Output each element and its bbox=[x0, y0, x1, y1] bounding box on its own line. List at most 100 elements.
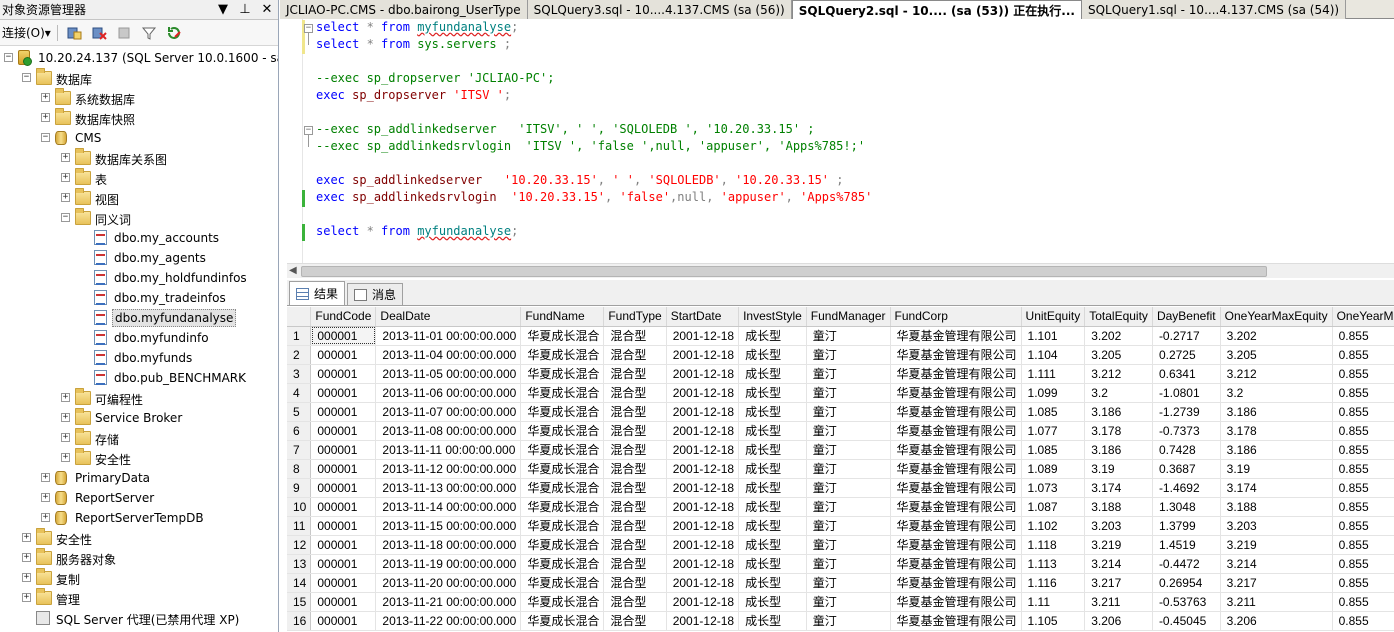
table-cell[interactable]: 3.188 bbox=[1220, 497, 1333, 517]
column-header[interactable]: FundType bbox=[603, 307, 667, 327]
table-cell[interactable]: 1.087 bbox=[1021, 497, 1086, 517]
table-cell[interactable]: 华夏成长混合 bbox=[520, 573, 605, 593]
table-cell[interactable]: 000001 bbox=[310, 421, 377, 441]
table-cell[interactable]: 华夏基金管理有限公司 bbox=[890, 611, 1022, 631]
expand-icon[interactable]: + bbox=[61, 433, 70, 442]
table-cell[interactable]: 3.186 bbox=[1220, 402, 1333, 422]
table-cell[interactable]: 成长型 bbox=[738, 535, 807, 555]
tree-node[interactable]: + 存储 bbox=[0, 428, 278, 448]
table-cell[interactable]: 华夏基金管理有限公司 bbox=[890, 326, 1022, 346]
document-tab[interactable]: SQLQuery3.sql - 10....4.137.CMS (sa (56)… bbox=[527, 0, 792, 19]
table-cell[interactable]: 000001 bbox=[310, 516, 377, 536]
collapse-icon[interactable]: − bbox=[61, 213, 70, 222]
table-cell[interactable]: 童汀 bbox=[806, 440, 891, 460]
row-number-cell[interactable]: 2 bbox=[287, 345, 312, 365]
table-cell[interactable]: 000001 bbox=[310, 573, 377, 593]
table-row[interactable]: 5 000001 2013-11-07 00:00:00.000 华夏成长混合 混合型 2… bbox=[287, 402, 1394, 422]
table-cell[interactable]: 成长型 bbox=[738, 478, 807, 498]
table-cell[interactable]: 3.203 bbox=[1220, 516, 1333, 536]
table-cell[interactable]: -0.53763 bbox=[1152, 592, 1221, 612]
connect-server-icon[interactable] bbox=[64, 24, 84, 42]
tab-messages[interactable]: 消息 bbox=[347, 283, 404, 305]
table-cell[interactable]: 3.188 bbox=[1084, 497, 1153, 517]
expand-icon[interactable]: + bbox=[41, 473, 50, 482]
table-cell[interactable]: 2001-12-18 bbox=[666, 554, 740, 574]
table-cell[interactable]: 0.855 bbox=[1332, 383, 1394, 403]
expand-icon[interactable]: + bbox=[41, 493, 50, 502]
table-cell[interactable]: 成长型 bbox=[738, 554, 807, 574]
table-cell[interactable]: 2013-11-15 00:00:00.000 bbox=[375, 516, 522, 536]
table-cell[interactable]: 华夏基金管理有限公司 bbox=[890, 554, 1022, 574]
tree-node[interactable]: + ReportServerTempDB bbox=[0, 508, 278, 528]
expand-icon[interactable]: + bbox=[41, 113, 50, 122]
collapse-icon[interactable]: − bbox=[22, 73, 31, 82]
table-cell[interactable]: 成长型 bbox=[738, 459, 807, 479]
table-cell[interactable]: 0.855 bbox=[1332, 345, 1394, 365]
table-cell[interactable]: 2013-11-19 00:00:00.000 bbox=[375, 554, 522, 574]
column-header[interactable]: DealDate bbox=[375, 307, 522, 327]
expand-icon[interactable]: + bbox=[22, 533, 31, 542]
table-cell[interactable]: 3.206 bbox=[1220, 611, 1333, 631]
table-cell[interactable]: 童汀 bbox=[806, 478, 891, 498]
tree-node[interactable]: dbo.myfunds bbox=[0, 348, 278, 368]
table-cell[interactable]: 0.3687 bbox=[1152, 459, 1221, 479]
table-cell[interactable]: 0.855 bbox=[1332, 592, 1394, 612]
table-cell[interactable]: 2001-12-18 bbox=[666, 345, 740, 365]
table-cell[interactable]: 童汀 bbox=[806, 573, 891, 593]
table-cell[interactable]: 华夏基金管理有限公司 bbox=[890, 497, 1022, 517]
row-number-cell[interactable]: 14 bbox=[287, 573, 312, 593]
row-number-cell[interactable]: 4 bbox=[287, 383, 312, 403]
table-cell[interactable]: 3.219 bbox=[1220, 535, 1333, 555]
table-cell[interactable]: 1.118 bbox=[1021, 535, 1086, 555]
table-cell[interactable]: -0.45045 bbox=[1152, 611, 1221, 631]
row-number-cell[interactable]: 3 bbox=[287, 364, 312, 384]
table-row[interactable]: 9 000001 2013-11-13 00:00:00.000 华夏成长混合 混合型 2… bbox=[287, 478, 1394, 498]
table-cell[interactable]: 3.178 bbox=[1084, 421, 1153, 441]
table-row[interactable]: 3 000001 2013-11-05 00:00:00.000 华夏成长混合 混合型 2… bbox=[287, 364, 1394, 384]
table-cell[interactable]: 2013-11-08 00:00:00.000 bbox=[375, 421, 522, 441]
table-cell[interactable]: 1.104 bbox=[1021, 345, 1086, 365]
table-cell[interactable]: 2001-12-18 bbox=[666, 440, 740, 460]
table-cell[interactable]: 0.855 bbox=[1332, 402, 1394, 422]
table-row[interactable]: 10 000001 2013-11-14 00:00:00.000 华夏成长混合 混合型… bbox=[287, 497, 1394, 517]
table-cell[interactable]: 童汀 bbox=[806, 516, 891, 536]
table-cell[interactable]: 3.186 bbox=[1084, 402, 1153, 422]
table-cell[interactable]: 华夏基金管理有限公司 bbox=[890, 402, 1022, 422]
table-cell[interactable]: 3.202 bbox=[1084, 326, 1153, 346]
table-cell[interactable]: 2001-12-18 bbox=[666, 478, 740, 498]
table-cell[interactable]: 成长型 bbox=[738, 497, 807, 517]
expand-icon[interactable]: + bbox=[22, 573, 31, 582]
table-cell[interactable]: 3.203 bbox=[1084, 516, 1153, 536]
collapse-icon[interactable]: − bbox=[4, 53, 13, 62]
table-cell[interactable]: 000001 bbox=[310, 459, 377, 479]
table-cell[interactable]: 童汀 bbox=[806, 326, 891, 346]
document-tab[interactable]: SQLQuery1.sql - 10....4.137.CMS (sa (54)… bbox=[1081, 0, 1347, 19]
column-header[interactable]: FundName bbox=[520, 307, 605, 327]
tree-node[interactable]: + 安全性 bbox=[0, 448, 278, 468]
table-row[interactable]: 7 000001 2013-11-11 00:00:00.000 华夏成长混合 混合型 2… bbox=[287, 440, 1394, 460]
table-cell[interactable]: 3.186 bbox=[1220, 440, 1333, 460]
close-icon[interactable]: ✕ bbox=[256, 2, 278, 17]
table-cell[interactable]: 2013-11-20 00:00:00.000 bbox=[375, 573, 522, 593]
table-cell[interactable]: 3.217 bbox=[1220, 573, 1333, 593]
table-cell[interactable]: 1.085 bbox=[1021, 402, 1086, 422]
table-cell[interactable]: 0.855 bbox=[1332, 516, 1394, 536]
table-cell[interactable]: 3.174 bbox=[1220, 478, 1333, 498]
table-cell[interactable]: 000001 bbox=[310, 326, 377, 346]
table-row[interactable]: 16 000001 2013-11-22 00:00:00.000 华夏成长混合 混合型… bbox=[287, 611, 1394, 631]
table-cell[interactable]: 3.19 bbox=[1220, 459, 1333, 479]
table-cell[interactable]: -1.0801 bbox=[1152, 383, 1221, 403]
table-cell[interactable]: 混合型 bbox=[603, 497, 667, 517]
results-grid[interactable]: FundCode DealDate FundName FundType StartDat… bbox=[287, 307, 1394, 632]
table-cell[interactable]: 1.113 bbox=[1021, 554, 1086, 574]
query-editor[interactable]: select * from myfundanalyse; select * fro… bbox=[280, 19, 1394, 263]
fold-icon[interactable]: − bbox=[304, 24, 313, 33]
table-cell[interactable]: 华夏成长混合 bbox=[520, 592, 605, 612]
table-row[interactable]: 2 000001 2013-11-04 00:00:00.000 华夏成长混合 混合型 2… bbox=[287, 345, 1394, 365]
column-header[interactable]: TotalEquity bbox=[1084, 307, 1153, 327]
column-header[interactable]: FundCode bbox=[310, 307, 377, 327]
table-cell[interactable]: 成长型 bbox=[738, 402, 807, 422]
table-row[interactable]: 8 000001 2013-11-12 00:00:00.000 华夏成长混合 混合型 2… bbox=[287, 459, 1394, 479]
table-cell[interactable]: 成长型 bbox=[738, 592, 807, 612]
fold-icon[interactable]: − bbox=[304, 126, 313, 135]
